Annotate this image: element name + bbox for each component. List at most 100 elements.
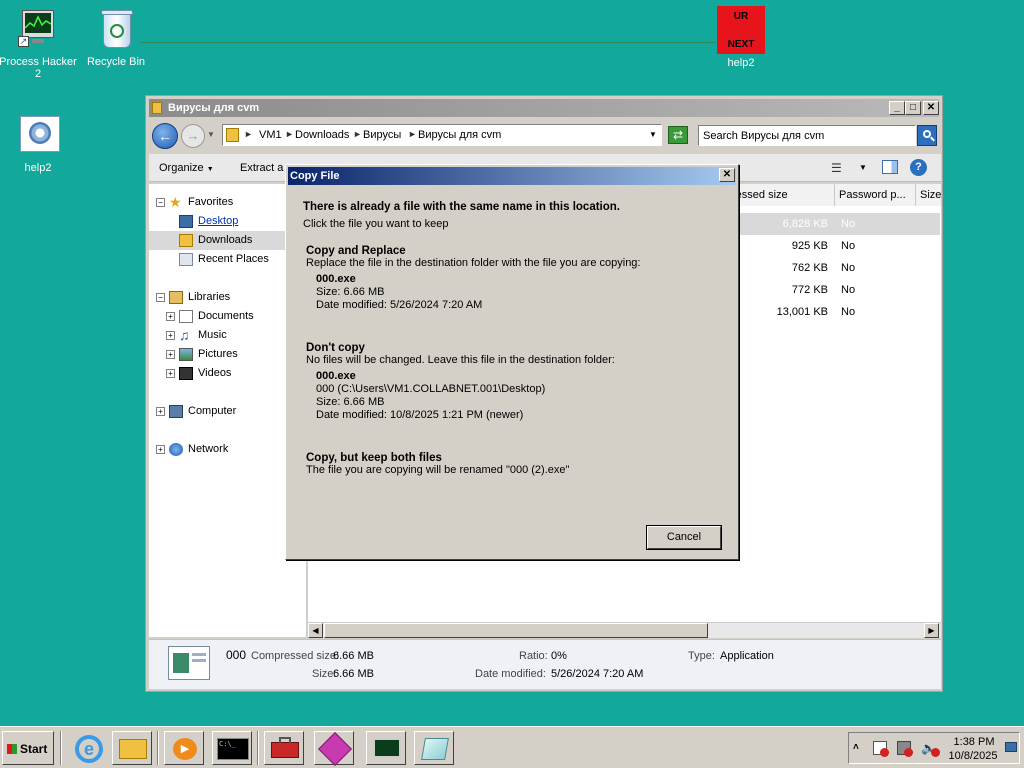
- expand-icon[interactable]: +: [156, 407, 165, 416]
- scroll-right-button[interactable]: ▶: [924, 623, 939, 638]
- documents-icon: [179, 310, 193, 323]
- minimize-button[interactable]: _: [889, 101, 905, 115]
- address-dropdown-icon[interactable]: ▼: [649, 130, 657, 139]
- option-copy-and-replace[interactable]: Copy and Replace Replace the file in the…: [306, 245, 726, 312]
- desktop-icon: [179, 215, 193, 228]
- row-password: No: [841, 240, 856, 252]
- details-name: 000: [226, 648, 247, 662]
- view-options-icon[interactable]: ☰: [831, 161, 842, 175]
- desktop-icon-label: help2: [24, 162, 52, 174]
- process-hacker-taskbar-icon[interactable]: [366, 731, 406, 765]
- details-ratio-value: 0%: [551, 650, 567, 662]
- toolbox-icon[interactable]: [264, 731, 304, 765]
- nav-desktop[interactable]: Desktop: [149, 212, 306, 231]
- row-size: 6,828 KB: [782, 218, 828, 230]
- desktop-icon-help2-top[interactable]: UR NEXT help2: [701, 6, 781, 69]
- breadcrumb-sep-icon: ►: [408, 129, 417, 139]
- show-desktop-icon[interactable]: [1005, 742, 1017, 752]
- desktop-icon-help2[interactable]: help2: [0, 114, 78, 174]
- refresh-icon[interactable]: ⇄: [668, 126, 688, 144]
- nav-pictures[interactable]: + Pictures: [149, 345, 306, 364]
- recent-pages-dropdown[interactable]: ▼: [207, 130, 215, 139]
- network-tray-icon[interactable]: [897, 741, 913, 757]
- music-icon: ♫: [179, 327, 190, 343]
- nav-libraries[interactable]: − Libraries: [149, 288, 306, 307]
- cmd-icon[interactable]: C:\_: [212, 731, 252, 765]
- expand-icon[interactable]: +: [156, 445, 165, 454]
- ie-icon[interactable]: e: [68, 731, 108, 765]
- videos-icon: [179, 367, 193, 380]
- horizontal-scrollbar[interactable]: ◀ ▶: [308, 622, 941, 638]
- system-tray: ˄ 🔈 1:38 PM 10/8/2025: [848, 732, 1020, 764]
- extract-button[interactable]: Extract a: [240, 162, 283, 174]
- start-button[interactable]: Start: [2, 731, 54, 765]
- close-button[interactable]: ✕: [923, 101, 939, 115]
- explorer-taskbar-icon[interactable]: [112, 731, 152, 765]
- back-button[interactable]: ←: [152, 123, 178, 149]
- breadcrumb-downloads[interactable]: Downloads: [295, 129, 349, 141]
- file-name: 000.exe: [316, 370, 356, 382]
- nav-videos[interactable]: + Videos: [149, 364, 306, 383]
- details-compressed-label: Compressed size:: [251, 650, 340, 662]
- file-modified: Date modified: 5/26/2024 7:20 AM: [316, 299, 483, 311]
- cube-app-icon[interactable]: [314, 731, 354, 766]
- file-name: 000.exe: [316, 273, 356, 285]
- column-password[interactable]: Password p...: [835, 184, 916, 206]
- nav-network[interactable]: + Network: [149, 440, 306, 459]
- start-label: Start: [20, 742, 48, 756]
- nav-documents[interactable]: + Documents: [149, 307, 306, 326]
- option-dont-copy[interactable]: Don't copy No files will be changed. Lea…: [306, 342, 726, 422]
- expand-icon[interactable]: +: [166, 350, 175, 359]
- recent-places-icon: [179, 253, 193, 266]
- breadcrumb-viruses[interactable]: Вирусы: [363, 129, 401, 141]
- option-keep-both[interactable]: Copy, but keep both files The file you a…: [306, 452, 726, 476]
- volume-muted-icon[interactable]: 🔈: [921, 741, 940, 757]
- process-hacker-icon: ↗: [18, 8, 58, 52]
- desktop-icon-recycle-bin[interactable]: Recycle Bin: [76, 8, 156, 68]
- media-player-icon[interactable]: ▶: [164, 731, 204, 765]
- scroll-left-button[interactable]: ◀: [308, 623, 323, 638]
- nav-computer[interactable]: + Computer: [149, 402, 306, 421]
- column-compressed-size[interactable]: ressed size: [728, 184, 835, 206]
- search-icon[interactable]: [917, 125, 937, 146]
- collapse-icon[interactable]: −: [156, 293, 165, 302]
- computer-icon: [169, 405, 183, 418]
- clock-date[interactable]: 10/8/2025: [947, 750, 999, 762]
- file-thumbnail-icon: [168, 646, 210, 680]
- forward-button[interactable]: →: [181, 124, 205, 148]
- nav-recent-places[interactable]: Recent Places: [149, 250, 306, 269]
- cancel-label: Cancel: [647, 526, 721, 549]
- taskbar-separator: [60, 731, 62, 765]
- nav-favorites[interactable]: − ★ Favorites: [149, 193, 306, 212]
- clock-time[interactable]: 1:38 PM: [951, 736, 997, 748]
- column-size[interactable]: Size: [916, 184, 942, 206]
- preview-pane-icon[interactable]: [882, 160, 898, 174]
- row-password: No: [841, 262, 856, 274]
- view-dropdown-icon[interactable]: ▼: [859, 163, 867, 172]
- breadcrumb-vm1[interactable]: VM1: [259, 129, 282, 141]
- expand-icon[interactable]: +: [166, 331, 175, 340]
- row-size: 762 KB: [791, 262, 828, 274]
- organize-button[interactable]: Organize ▼: [159, 162, 214, 174]
- notes-app-icon[interactable]: [414, 731, 454, 765]
- breadcrumb-current[interactable]: Вирусы для cvm: [418, 129, 501, 141]
- expand-icon[interactable]: +: [166, 369, 175, 378]
- file-size: Size: 6.66 MB: [316, 286, 385, 298]
- search-input[interactable]: Search Вирусы для cvm: [698, 125, 916, 146]
- scroll-thumb[interactable]: [324, 623, 708, 638]
- help-icon[interactable]: ?: [910, 159, 927, 176]
- dialog-close-button[interactable]: ✕: [719, 168, 735, 182]
- desktop-line: [140, 42, 716, 43]
- cancel-button[interactable]: Cancel: [646, 525, 722, 550]
- nav-music[interactable]: + ♫ Music: [149, 326, 306, 345]
- tray-expand-icon[interactable]: ˄: [853, 742, 859, 753]
- expand-icon[interactable]: +: [166, 312, 175, 321]
- address-bar[interactable]: ► VM1 ► Downloads ► Вирусы ► Вирусы для …: [222, 124, 662, 146]
- collapse-icon[interactable]: −: [156, 198, 165, 207]
- nav-downloads[interactable]: Downloads: [149, 231, 306, 250]
- recycle-bin-icon: [96, 8, 136, 52]
- maximize-button[interactable]: □: [905, 101, 921, 115]
- desktop-icon-process-hacker[interactable]: ↗ Process Hacker 2: [0, 8, 78, 80]
- details-pane: 000 Compressed size: 6.66 MB Size: 6.66 …: [149, 639, 941, 689]
- action-center-warning-icon[interactable]: [873, 741, 889, 757]
